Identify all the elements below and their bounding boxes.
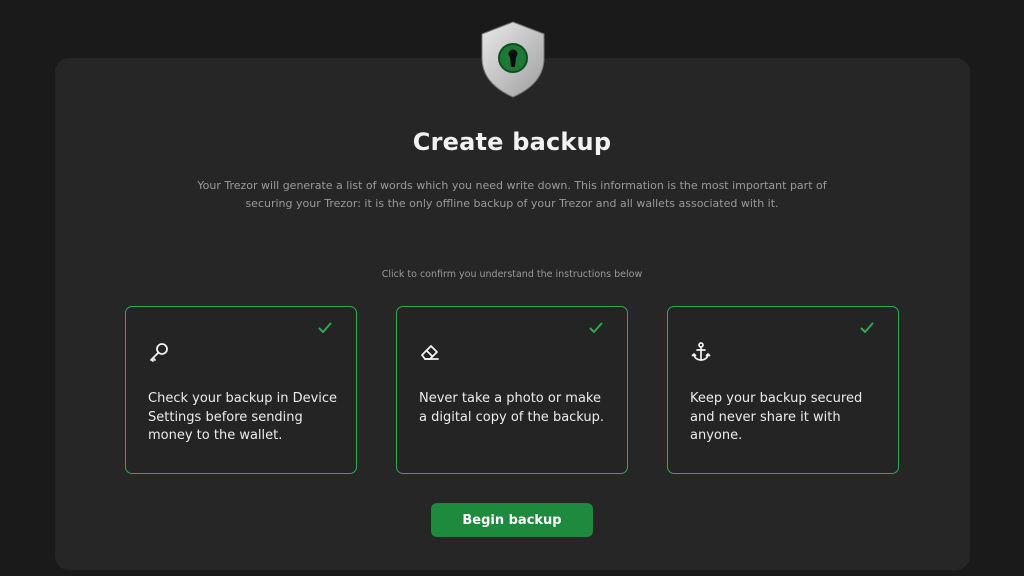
instruction-card-check-backup[interactable]: Check your backup in Device Settings bef… (125, 306, 357, 474)
eraser-icon (421, 345, 439, 360)
checkmark-icon (860, 322, 874, 333)
backup-description: Your Trezor will generate a list of word… (197, 179, 827, 210)
checkmark-icon (589, 322, 603, 333)
instruction-text: Check your backup in Device Settings bef… (148, 391, 338, 443)
anchor-icon (691, 342, 711, 361)
instruction-text: Keep your backup secured and never share… (690, 391, 863, 443)
app-window: Create backup Your Trezor will generate … (0, 0, 1024, 576)
key-icon (150, 343, 168, 362)
shield-lock-icon (481, 21, 545, 98)
confirm-instructions-hint: Click to confirm you understand the inst… (381, 269, 643, 280)
checkmark-icon (318, 322, 332, 333)
begin-backup-button[interactable]: Begin backup (431, 503, 593, 537)
instruction-card-keep-secure[interactable]: Keep your backup secured and never share… (667, 306, 899, 474)
instruction-card-no-photo[interactable]: Never take a photo or make a digital cop… (396, 306, 628, 474)
instruction-text: Never take a photo or make a digital cop… (419, 391, 605, 425)
page-title: Create backup (412, 128, 612, 156)
